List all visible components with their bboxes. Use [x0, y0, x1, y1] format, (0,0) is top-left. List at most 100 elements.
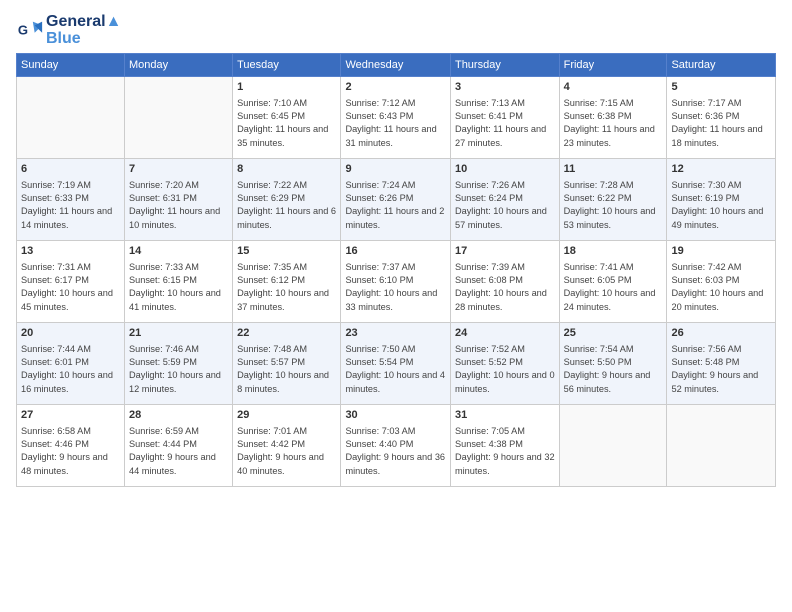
day-info: Sunrise: 7:44 AM Sunset: 6:01 PM Dayligh… [21, 343, 120, 396]
calendar-cell [124, 77, 232, 159]
calendar-cell: 8 Sunrise: 7:22 AM Sunset: 6:29 PM Daylig… [233, 159, 341, 241]
calendar-cell: 26 Sunrise: 7:56 AM Sunset: 5:48 PM Dayli… [667, 323, 776, 405]
day-info: Sunrise: 7:31 AM Sunset: 6:17 PM Dayligh… [21, 261, 120, 314]
day-info: Sunrise: 7:46 AM Sunset: 5:59 PM Dayligh… [129, 343, 228, 396]
calendar-cell: 27Sunrise: 6:58 AM Sunset: 4:46 PM Dayli… [17, 405, 125, 487]
day-info: Sunrise: 6:59 AM Sunset: 4:44 PM Dayligh… [129, 425, 228, 478]
calendar-cell: 29 Sunrise: 7:01 AM Sunset: 4:42 PM Dayli… [233, 405, 341, 487]
calendar-row-3: 20 Sunrise: 7:44 AM Sunset: 6:01 PM Dayli… [17, 323, 776, 405]
day-number: 9 [345, 162, 446, 177]
day-info: Sunrise: 7:20 AM Sunset: 6:31 PM Dayligh… [129, 179, 228, 232]
calendar-cell: 19 Sunrise: 7:42 AM Sunset: 6:03 PM Dayli… [667, 241, 776, 323]
day-info: Sunrise: 7:56 AM Sunset: 5:48 PM Dayligh… [671, 343, 771, 396]
day-number: 15 [237, 244, 336, 259]
day-info: Sunrise: 7:26 AM Sunset: 6:24 PM Dayligh… [455, 179, 555, 232]
calendar-cell: 30Sunrise: 7:03 AM Sunset: 4:40 PM Dayli… [341, 405, 451, 487]
svg-text:G: G [18, 22, 28, 37]
day-number: 13 [21, 244, 120, 259]
day-info: Sunrise: 7:24 AM Sunset: 6:26 PM Dayligh… [345, 179, 446, 232]
day-number: 10 [455, 162, 555, 177]
calendar-cell: 7 Sunrise: 7:20 AM Sunset: 6:31 PM Daylig… [124, 159, 232, 241]
day-info: Sunrise: 7:37 AM Sunset: 6:10 PM Dayligh… [345, 261, 446, 314]
day-info: Sunrise: 7:33 AM Sunset: 6:15 PM Dayligh… [129, 261, 228, 314]
calendar-row-4: 27Sunrise: 6:58 AM Sunset: 4:46 PM Dayli… [17, 405, 776, 487]
day-info: Sunrise: 7:15 AM Sunset: 6:38 PM Dayligh… [564, 97, 663, 150]
calendar-cell: 3 Sunrise: 7:13 AM Sunset: 6:41 PM Daylig… [450, 77, 559, 159]
weekday-thursday: Thursday [450, 54, 559, 77]
day-number: 7 [129, 162, 228, 177]
day-info: Sunrise: 7:52 AM Sunset: 5:52 PM Dayligh… [455, 343, 555, 396]
day-info: Sunrise: 7:05 AM Sunset: 4:38 PM Dayligh… [455, 425, 555, 478]
day-number: 19 [671, 244, 771, 259]
day-number: 4 [564, 80, 663, 95]
day-info: Sunrise: 7:35 AM Sunset: 6:12 PM Dayligh… [237, 261, 336, 314]
weekday-tuesday: Tuesday [233, 54, 341, 77]
day-info: Sunrise: 7:17 AM Sunset: 6:36 PM Dayligh… [671, 97, 771, 150]
page: G General▲ Blue SundayMondayTuesdayWedne… [0, 0, 792, 497]
calendar-cell: 21 Sunrise: 7:46 AM Sunset: 5:59 PM Dayli… [124, 323, 232, 405]
day-info: Sunrise: 7:22 AM Sunset: 6:29 PM Dayligh… [237, 179, 336, 232]
day-info: Sunrise: 7:30 AM Sunset: 6:19 PM Dayligh… [671, 179, 771, 232]
day-number: 12 [671, 162, 771, 177]
calendar-cell [667, 405, 776, 487]
day-number: 3 [455, 80, 555, 95]
day-info: Sunrise: 7:41 AM Sunset: 6:05 PM Dayligh… [564, 261, 663, 314]
day-number: 29 [237, 408, 336, 423]
calendar-cell: 25 Sunrise: 7:54 AM Sunset: 5:50 PM Dayli… [559, 323, 667, 405]
calendar-cell: 23Sunrise: 7:50 AM Sunset: 5:54 PM Dayli… [341, 323, 451, 405]
day-info: Sunrise: 7:48 AM Sunset: 5:57 PM Dayligh… [237, 343, 336, 396]
day-number: 28 [129, 408, 228, 423]
day-number: 16 [345, 244, 446, 259]
calendar-row-1: 6Sunrise: 7:19 AM Sunset: 6:33 PM Daylig… [17, 159, 776, 241]
weekday-saturday: Saturday [667, 54, 776, 77]
day-number: 20 [21, 326, 120, 341]
calendar-cell: 9 Sunrise: 7:24 AM Sunset: 6:26 PM Daylig… [341, 159, 451, 241]
calendar-cell: 11 Sunrise: 7:28 AM Sunset: 6:22 PM Dayli… [559, 159, 667, 241]
logo-text: General▲ Blue [46, 12, 121, 47]
day-number: 17 [455, 244, 555, 259]
day-info: Sunrise: 7:12 AM Sunset: 6:43 PM Dayligh… [345, 97, 446, 150]
day-info: Sunrise: 7:10 AM Sunset: 6:45 PM Dayligh… [237, 97, 336, 150]
calendar-cell: 10 Sunrise: 7:26 AM Sunset: 6:24 PM Dayli… [450, 159, 559, 241]
day-number: 18 [564, 244, 663, 259]
day-number: 24 [455, 326, 555, 341]
header: G General▲ Blue [16, 12, 776, 47]
day-number: 25 [564, 326, 663, 341]
day-number: 23 [345, 326, 446, 341]
day-number: 11 [564, 162, 663, 177]
calendar-cell: 5 Sunrise: 7:17 AM Sunset: 6:36 PM Daylig… [667, 77, 776, 159]
day-info: Sunrise: 7:42 AM Sunset: 6:03 PM Dayligh… [671, 261, 771, 314]
calendar-cell: 31 Sunrise: 7:05 AM Sunset: 4:38 PM Dayli… [450, 405, 559, 487]
calendar-row-0: 1Sunrise: 7:10 AM Sunset: 6:45 PM Daylig… [17, 77, 776, 159]
day-number: 2 [345, 80, 446, 95]
calendar-cell: 28 Sunrise: 6:59 AM Sunset: 4:44 PM Dayli… [124, 405, 232, 487]
logo: G General▲ Blue [16, 12, 121, 47]
calendar-cell: 16 Sunrise: 7:37 AM Sunset: 6:10 PM Dayli… [341, 241, 451, 323]
day-info: Sunrise: 7:54 AM Sunset: 5:50 PM Dayligh… [564, 343, 663, 396]
weekday-monday: Monday [124, 54, 232, 77]
logo-icon: G [16, 16, 44, 44]
day-number: 30 [345, 408, 446, 423]
weekday-wednesday: Wednesday [341, 54, 451, 77]
day-number: 31 [455, 408, 555, 423]
calendar-cell: 17Sunrise: 7:39 AM Sunset: 6:08 PM Dayli… [450, 241, 559, 323]
day-number: 26 [671, 326, 771, 341]
calendar-cell [17, 77, 125, 159]
weekday-sunday: Sunday [17, 54, 125, 77]
day-info: Sunrise: 7:01 AM Sunset: 4:42 PM Dayligh… [237, 425, 336, 478]
calendar-cell: 20 Sunrise: 7:44 AM Sunset: 6:01 PM Dayli… [17, 323, 125, 405]
day-number: 14 [129, 244, 228, 259]
day-number: 5 [671, 80, 771, 95]
day-number: 8 [237, 162, 336, 177]
calendar-cell: 12 Sunrise: 7:30 AM Sunset: 6:19 PM Dayli… [667, 159, 776, 241]
day-info: Sunrise: 6:58 AM Sunset: 4:46 PM Dayligh… [21, 425, 120, 478]
day-info: Sunrise: 7:28 AM Sunset: 6:22 PM Dayligh… [564, 179, 663, 232]
calendar-cell: 13 Sunrise: 7:31 AM Sunset: 6:17 PM Dayli… [17, 241, 125, 323]
calendar-cell: 2 Sunrise: 7:12 AM Sunset: 6:43 PM Daylig… [341, 77, 451, 159]
day-info: Sunrise: 7:13 AM Sunset: 6:41 PM Dayligh… [455, 97, 555, 150]
calendar-cell: 15 Sunrise: 7:35 AM Sunset: 6:12 PM Dayli… [233, 241, 341, 323]
calendar-cell: 24 Sunrise: 7:52 AM Sunset: 5:52 PM Dayli… [450, 323, 559, 405]
weekday-header-row: SundayMondayTuesdayWednesdayThursdayFrid… [17, 54, 776, 77]
day-number: 21 [129, 326, 228, 341]
calendar-cell: 14 Sunrise: 7:33 AM Sunset: 6:15 PM Dayli… [124, 241, 232, 323]
